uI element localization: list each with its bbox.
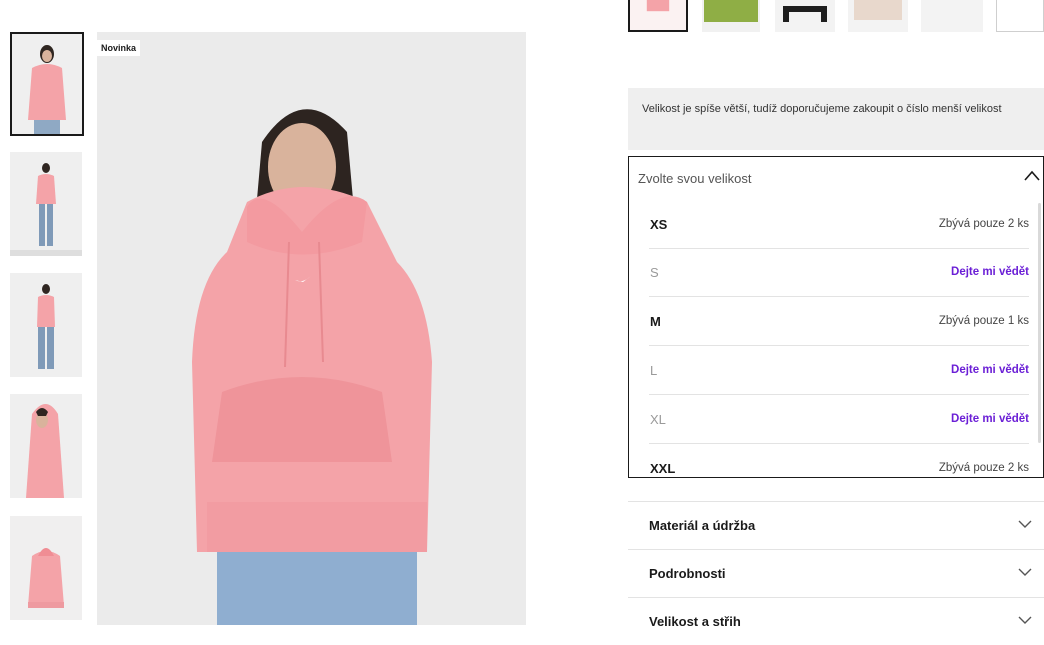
size-option-l[interactable]: L Dejte mi vědět: [649, 347, 1029, 395]
accordion-material-care[interactable]: Materiál a údržba: [628, 501, 1044, 549]
size-label: XXL: [650, 461, 676, 476]
notify-me-link[interactable]: Dejte mi vědět: [951, 266, 1029, 278]
color-swatch-grey[interactable]: [921, 0, 983, 32]
thumbnail-image: [10, 152, 82, 256]
size-label: XL: [650, 412, 666, 427]
stock-status: Zbývá pouze 1 ks: [938, 315, 1029, 327]
thumbnail-image: [10, 273, 82, 377]
product-main-image[interactable]: [97, 32, 526, 625]
thumbnail-image: [12, 34, 82, 134]
color-swatch-pink[interactable]: [628, 0, 688, 32]
size-dropdown-placeholder: Zvolte svou velikost: [638, 171, 752, 186]
accordion-label: Podrobnosti: [649, 566, 726, 581]
notify-me-link[interactable]: Dejte mi vědět: [951, 364, 1029, 376]
model-in-pink-hoodie-image: [97, 32, 526, 625]
chevron-down-icon: [1018, 616, 1032, 624]
thumbnail-5[interactable]: [10, 516, 82, 620]
size-option-xs[interactable]: XS Zbývá pouze 2 ks: [649, 201, 1029, 249]
notify-me-link[interactable]: Dejte mi vědět: [951, 413, 1029, 425]
color-swatch-more[interactable]: [996, 0, 1044, 32]
thumbnail-2[interactable]: [10, 152, 82, 256]
thumbnail-3[interactable]: [10, 273, 82, 377]
thumbnail-1[interactable]: [10, 32, 84, 136]
accordion-label: Materiál a údržba: [649, 518, 756, 533]
swatch-pink-image: [630, 0, 686, 30]
size-option-m[interactable]: M Zbývá pouze 1 ks: [649, 298, 1029, 346]
swatch-green-image: [702, 0, 760, 32]
size-option-xl[interactable]: XL Dejte mi vědět: [649, 396, 1029, 444]
thumbnail-image: [10, 394, 82, 498]
swatch-black-image: [775, 0, 835, 32]
accordion-details[interactable]: Podrobnosti: [628, 549, 1044, 597]
stock-status: Zbývá pouze 2 ks: [938, 218, 1029, 230]
swatch-beige-image: [848, 0, 908, 32]
color-swatch-black[interactable]: [775, 0, 835, 32]
size-option-s[interactable]: S Dejte mi vědět: [649, 249, 1029, 297]
dropdown-scrollbar[interactable]: [1038, 203, 1041, 443]
size-option-xxl[interactable]: XXL Zbývá pouze 2 ks: [649, 445, 1029, 477]
thumbnail-4[interactable]: [10, 394, 82, 498]
size-label: M: [650, 314, 661, 329]
chevron-down-icon: [1018, 520, 1032, 528]
color-swatch-green[interactable]: [702, 0, 760, 32]
size-label: L: [650, 363, 658, 378]
size-dropdown[interactable]: Zvolte svou velikost XS Zbývá pouze 2 ks…: [628, 156, 1044, 478]
stock-status: Zbývá pouze 2 ks: [938, 462, 1029, 474]
chevron-down-icon: [1018, 568, 1032, 576]
accordion-size-fit[interactable]: Velikost a střih: [628, 597, 1044, 645]
chevron-up-icon[interactable]: [1023, 169, 1041, 183]
accordion-label: Velikost a střih: [649, 614, 741, 629]
color-swatch-beige[interactable]: [848, 0, 908, 32]
new-badge: Novinka: [97, 40, 141, 56]
size-label: S: [650, 265, 659, 280]
size-fit-note: Velikost je spíše větší, tudíž doporučuj…: [628, 88, 1044, 150]
thumbnail-image: [10, 516, 82, 620]
size-label: XS: [650, 217, 668, 232]
